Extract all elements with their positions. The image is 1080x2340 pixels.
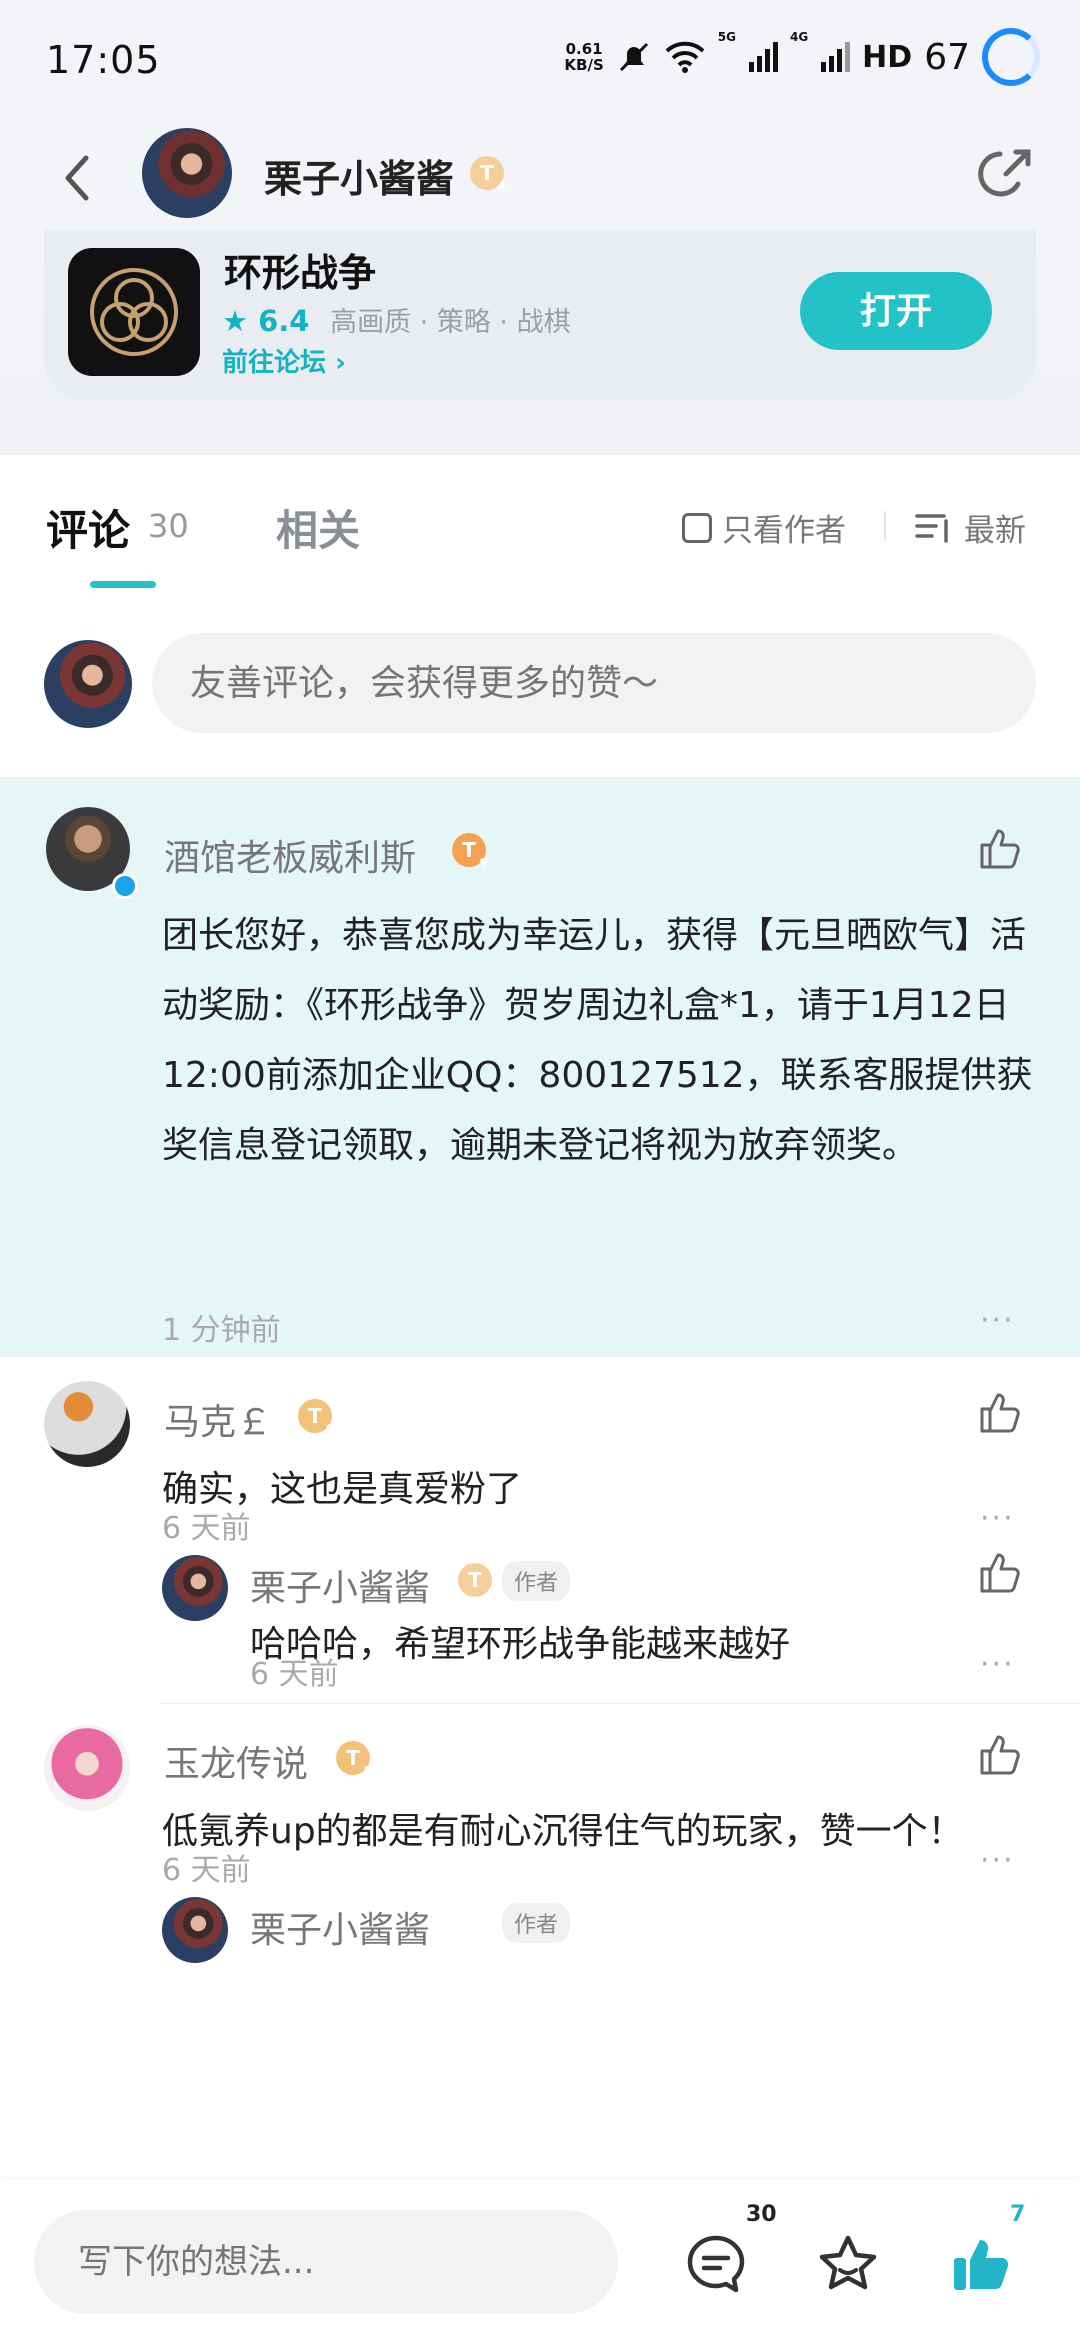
divider [884, 511, 886, 541]
status-icons: 0.61 KB/S 5G 4G HD 67 [564, 22, 1040, 92]
top-header: 栗子小酱酱 T4 [0, 120, 1080, 230]
comment-input[interactable] [152, 633, 1036, 733]
status-bar: 17:05 0.61 KB/S 5G 4G HD 67 [0, 0, 1080, 120]
tab-comments-count: 30 [148, 507, 189, 545]
battery-ring-icon [982, 28, 1040, 86]
battery-level: 67 [924, 36, 970, 78]
commenter-name[interactable]: 酒馆老板威利斯 [164, 829, 416, 881]
reply-level-num: 4 [485, 1586, 494, 1600]
comment-divider [160, 1703, 1080, 1704]
comment-time: 1 分钟前 [162, 1313, 281, 1348]
hd-label: HD [862, 39, 913, 75]
commenter-level-badge: T9 [452, 833, 488, 870]
game-card-wrapper: 环形战争 ★ 6.4 高画质 · 策略 · 战棋 前往论坛 › 打开 [0, 230, 1080, 455]
sort-icon [915, 513, 948, 543]
sort-button[interactable]: 最新 [914, 505, 1026, 550]
more-options-icon[interactable]: ··· [980, 1647, 1015, 1682]
comment-text: 团长您好，恭喜您成为幸运儿，获得【元旦晒欧气】活动奖励：《环形战争》贺岁周边礼盒… [162, 915, 1033, 1166]
wifi-icon [665, 41, 705, 73]
signal-5g-label: 5G [717, 30, 736, 44]
author-tag: 作者 [502, 1903, 571, 1943]
comments-sheet: 评论 30 相关 只看作者 最新 酒馆老板威利斯 T9 团长您好，恭喜您成为幸运… [0, 455, 1080, 2340]
tab-comments[interactable]: 评论 [46, 497, 130, 558]
author-avatar[interactable] [142, 128, 232, 218]
sort-label: 最新 [964, 513, 1026, 549]
author-name[interactable]: 栗子小酱酱 [264, 148, 454, 203]
reply-level-badge: T4 [458, 1563, 494, 1600]
signal-4g-label: 4G [789, 30, 809, 44]
comment-count: 30 [746, 2202, 777, 2227]
network-speed: 0.61 KB/S [564, 41, 603, 73]
open-game-button[interactable]: 打开 [800, 272, 992, 350]
only-author-toggle[interactable]: 只看作者 [682, 505, 846, 550]
like-count: 7 [1010, 2202, 1026, 2227]
back-arrow-icon[interactable] [56, 148, 96, 208]
status-time: 17:05 [46, 38, 161, 82]
author-tag: 作者 [502, 1561, 571, 1601]
forum-link[interactable]: 前往论坛 › [222, 342, 346, 379]
thumbs-up-icon[interactable] [976, 1389, 1024, 1437]
commenter-name[interactable]: 马克￡ [164, 1393, 272, 1445]
more-options-icon[interactable]: ··· [980, 1501, 1015, 1536]
mute-bell-icon [619, 42, 648, 72]
commenter-level-letter: T [346, 1746, 360, 1770]
comment-time: 6 天前 [162, 1511, 251, 1546]
checkbox-icon[interactable] [682, 512, 712, 543]
game-icon[interactable] [68, 248, 200, 376]
network-speed-unit: KB/S [564, 56, 604, 74]
game-meta: ★ 6.4 高画质 · 策略 · 战棋 [222, 300, 571, 339]
signal-5g-icon [748, 42, 778, 72]
commenter-avatar[interactable] [44, 1725, 130, 1811]
reply-avatar[interactable] [162, 1555, 228, 1621]
commenter-level-letter: T [308, 1404, 322, 1428]
chevron-right-icon: › [335, 348, 346, 378]
commenter-level-letter: T [462, 838, 476, 862]
page: 17:05 0.61 KB/S 5G 4G HD 67 栗子小酱酱 T4 环形战… [0, 0, 1080, 2340]
commenter-level-badge: T6 [298, 1399, 334, 1436]
share-icon[interactable] [976, 144, 1036, 204]
thumbs-up-icon[interactable] [976, 825, 1024, 873]
reply-avatar[interactable] [162, 1897, 228, 1963]
author-level-letter: T [480, 161, 494, 185]
game-rating: ★ 6.4 [222, 304, 310, 338]
thumbs-up-filled-icon[interactable] [950, 2232, 1014, 2296]
game-title[interactable]: 环形战争 [224, 242, 376, 297]
game-logo-icon [90, 268, 178, 356]
game-rating-value: 6.4 [258, 304, 310, 338]
commenter-level-num: 9 [479, 856, 488, 870]
reply-user-name[interactable]: 栗子小酱酱 [250, 1559, 430, 1611]
signal-4g-icon [821, 42, 851, 72]
game-tags: 高画质 · 策略 · 战棋 [330, 307, 571, 338]
my-avatar [44, 640, 132, 728]
commenter-avatar[interactable] [44, 1381, 130, 1467]
star-icon[interactable] [816, 2232, 880, 2296]
reply-input[interactable] [34, 2210, 618, 2314]
thumbs-up-icon[interactable] [976, 1549, 1024, 1597]
author-level-badge: T4 [470, 156, 506, 193]
comment-text: 低氪养up的都是有耐心沉得住气的玩家，赞一个！ [162, 1811, 964, 1852]
more-options-icon[interactable]: ··· [980, 1303, 1015, 1338]
author-level-num: 4 [497, 179, 506, 193]
verified-badge-icon [112, 873, 138, 899]
bottom-bar: 30 7 [0, 2180, 1080, 2340]
reply-time: 6 天前 [250, 1657, 339, 1692]
game-card[interactable]: 环形战争 ★ 6.4 高画质 · 策略 · 战棋 前往论坛 › 打开 [44, 230, 1036, 400]
commenter-level-badge: T5 [336, 1741, 372, 1778]
comment-icon[interactable] [684, 2232, 748, 2296]
commenter-level-num: 6 [325, 1422, 334, 1436]
commenter-level-num: 5 [363, 1764, 372, 1778]
active-tab-indicator [90, 581, 156, 588]
tab-related[interactable]: 相关 [276, 497, 360, 558]
comment-time: 6 天前 [162, 1853, 251, 1888]
more-options-icon[interactable]: ··· [980, 1843, 1015, 1878]
reply-level-letter: T [468, 1568, 482, 1592]
only-author-label: 只看作者 [722, 513, 846, 549]
forum-link-label: 前往论坛 [222, 348, 327, 378]
network-speed-value: 0.61 [565, 40, 603, 58]
thumbs-up-icon[interactable] [976, 1731, 1024, 1779]
commenter-name[interactable]: 玉龙传说 [164, 1735, 308, 1787]
reply-user-name[interactable]: 栗子小酱酱 [250, 1901, 430, 1953]
